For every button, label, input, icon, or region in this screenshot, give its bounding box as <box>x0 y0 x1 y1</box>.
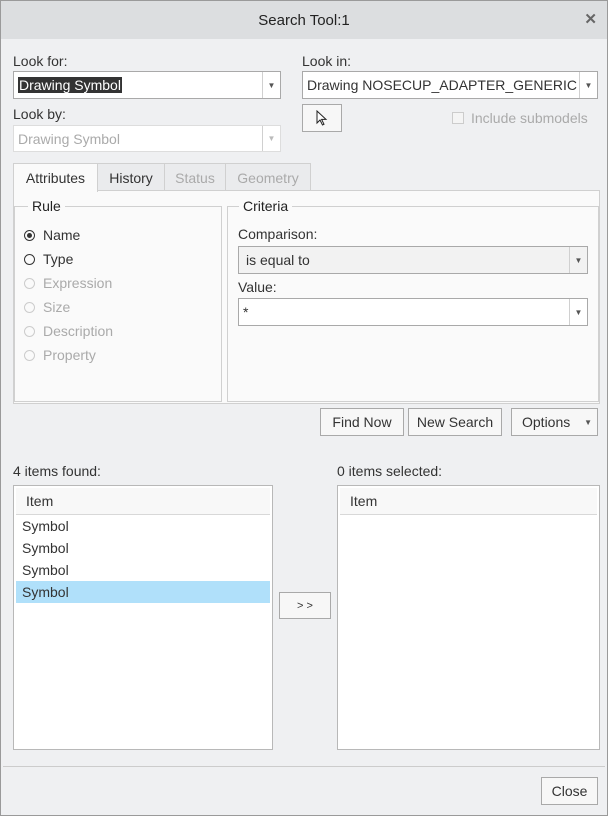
button-label: New Search <box>416 414 494 430</box>
look-by-label: Look by: <box>13 106 66 122</box>
new-search-button[interactable]: New Search <box>408 408 502 436</box>
radio-label: Expression <box>43 275 113 291</box>
radio-label: Type <box>43 251 74 267</box>
button-label: Close <box>551 783 588 799</box>
chevron-down-icon[interactable]: ▼ <box>262 72 280 98</box>
tab-status: Status <box>164 163 226 191</box>
comparison-value: is equal to <box>246 252 310 268</box>
close-icon[interactable]: ✕ <box>584 10 597 28</box>
radio-label: Name <box>43 227 81 243</box>
column-header-item[interactable]: Item <box>16 488 270 515</box>
button-label: > > <box>297 599 313 612</box>
look-for-combo[interactable]: Drawing Symbol ▼ <box>13 71 281 99</box>
radio-icon <box>24 277 35 289</box>
column-header-item[interactable]: Item <box>340 488 597 515</box>
options-button[interactable]: Options ▼ <box>511 408 598 436</box>
radio-label: Size <box>43 299 71 315</box>
look-for-label: Look for: <box>13 53 68 69</box>
tab-label: Attributes <box>25 170 86 186</box>
title-bar: Search Tool:1 <box>1 1 607 39</box>
radio-icon <box>24 253 35 265</box>
cursor-arrow-icon <box>316 110 328 126</box>
value-text: * <box>243 304 249 320</box>
list-item[interactable]: Symbol <box>16 559 270 581</box>
selected-count-label: 0 items selected: <box>337 463 443 479</box>
tab-label: Geometry <box>237 169 299 186</box>
comparison-label: Comparison: <box>238 226 318 242</box>
criteria-title: Criteria <box>239 198 293 214</box>
tab-label: History <box>109 169 153 186</box>
radio-icon <box>24 325 35 337</box>
look-in-value: Drawing NOSECUP_ADAPTER_GENERIC <box>307 77 577 93</box>
rule-radio-size: Size <box>24 295 113 319</box>
tab-attributes[interactable]: Attributes <box>13 163 98 192</box>
value-input[interactable]: * ▼ <box>238 298 588 326</box>
radio-icon <box>24 301 35 313</box>
rule-title: Rule <box>28 198 65 214</box>
chevron-down-icon[interactable]: ▼ <box>569 247 587 273</box>
look-by-combo[interactable]: Drawing Symbol ▼ <box>13 125 281 152</box>
found-count-label: 4 items found: <box>13 463 101 479</box>
include-submodels-label: Include submodels <box>471 110 588 126</box>
tab-geometry: Geometry <box>225 163 311 191</box>
rule-radio-expression: Expression <box>24 271 113 295</box>
list-item-selected[interactable]: Symbol <box>16 581 270 603</box>
add-to-selection-button[interactable]: > > <box>279 592 331 619</box>
divider <box>3 766 605 767</box>
look-for-value: Drawing Symbol <box>18 77 122 93</box>
radio-checked-icon <box>24 229 35 241</box>
look-in-combo[interactable]: Drawing NOSECUP_ADAPTER_GENERIC ▼ <box>302 71 598 99</box>
rule-radio-type[interactable]: Type <box>24 247 113 271</box>
button-label: Find Now <box>332 414 392 430</box>
comparison-select[interactable]: is equal to ▼ <box>238 246 588 274</box>
find-now-button[interactable]: Find Now <box>320 408 404 436</box>
chevron-down-icon: ▼ <box>262 126 280 151</box>
pick-model-button[interactable] <box>302 104 342 132</box>
window-title: Search Tool:1 <box>258 11 350 29</box>
rule-radio-property: Property <box>24 343 113 367</box>
radio-icon <box>24 349 35 361</box>
chevron-down-icon[interactable]: ▼ <box>579 72 597 98</box>
value-label: Value: <box>238 279 277 295</box>
include-submodels-checkbox[interactable] <box>452 112 464 124</box>
tab-label: Status <box>175 169 215 186</box>
tab-history[interactable]: History <box>97 163 165 191</box>
rule-radio-name[interactable]: Name <box>24 223 113 247</box>
chevron-down-icon: ▼ <box>584 417 592 427</box>
close-button[interactable]: Close <box>541 777 598 805</box>
list-item[interactable]: Symbol <box>16 515 270 537</box>
selected-list[interactable]: Item <box>337 485 600 750</box>
chevron-down-icon[interactable]: ▼ <box>569 299 587 325</box>
radio-label: Description <box>43 323 114 339</box>
rule-radio-description: Description <box>24 319 113 343</box>
list-item[interactable]: Symbol <box>16 537 270 559</box>
button-label: Options <box>522 414 571 430</box>
look-in-label: Look in: <box>302 53 352 69</box>
radio-label: Property <box>43 347 96 363</box>
look-by-value: Drawing Symbol <box>18 130 120 147</box>
found-list[interactable]: Item Symbol Symbol Symbol Symbol <box>13 485 273 750</box>
